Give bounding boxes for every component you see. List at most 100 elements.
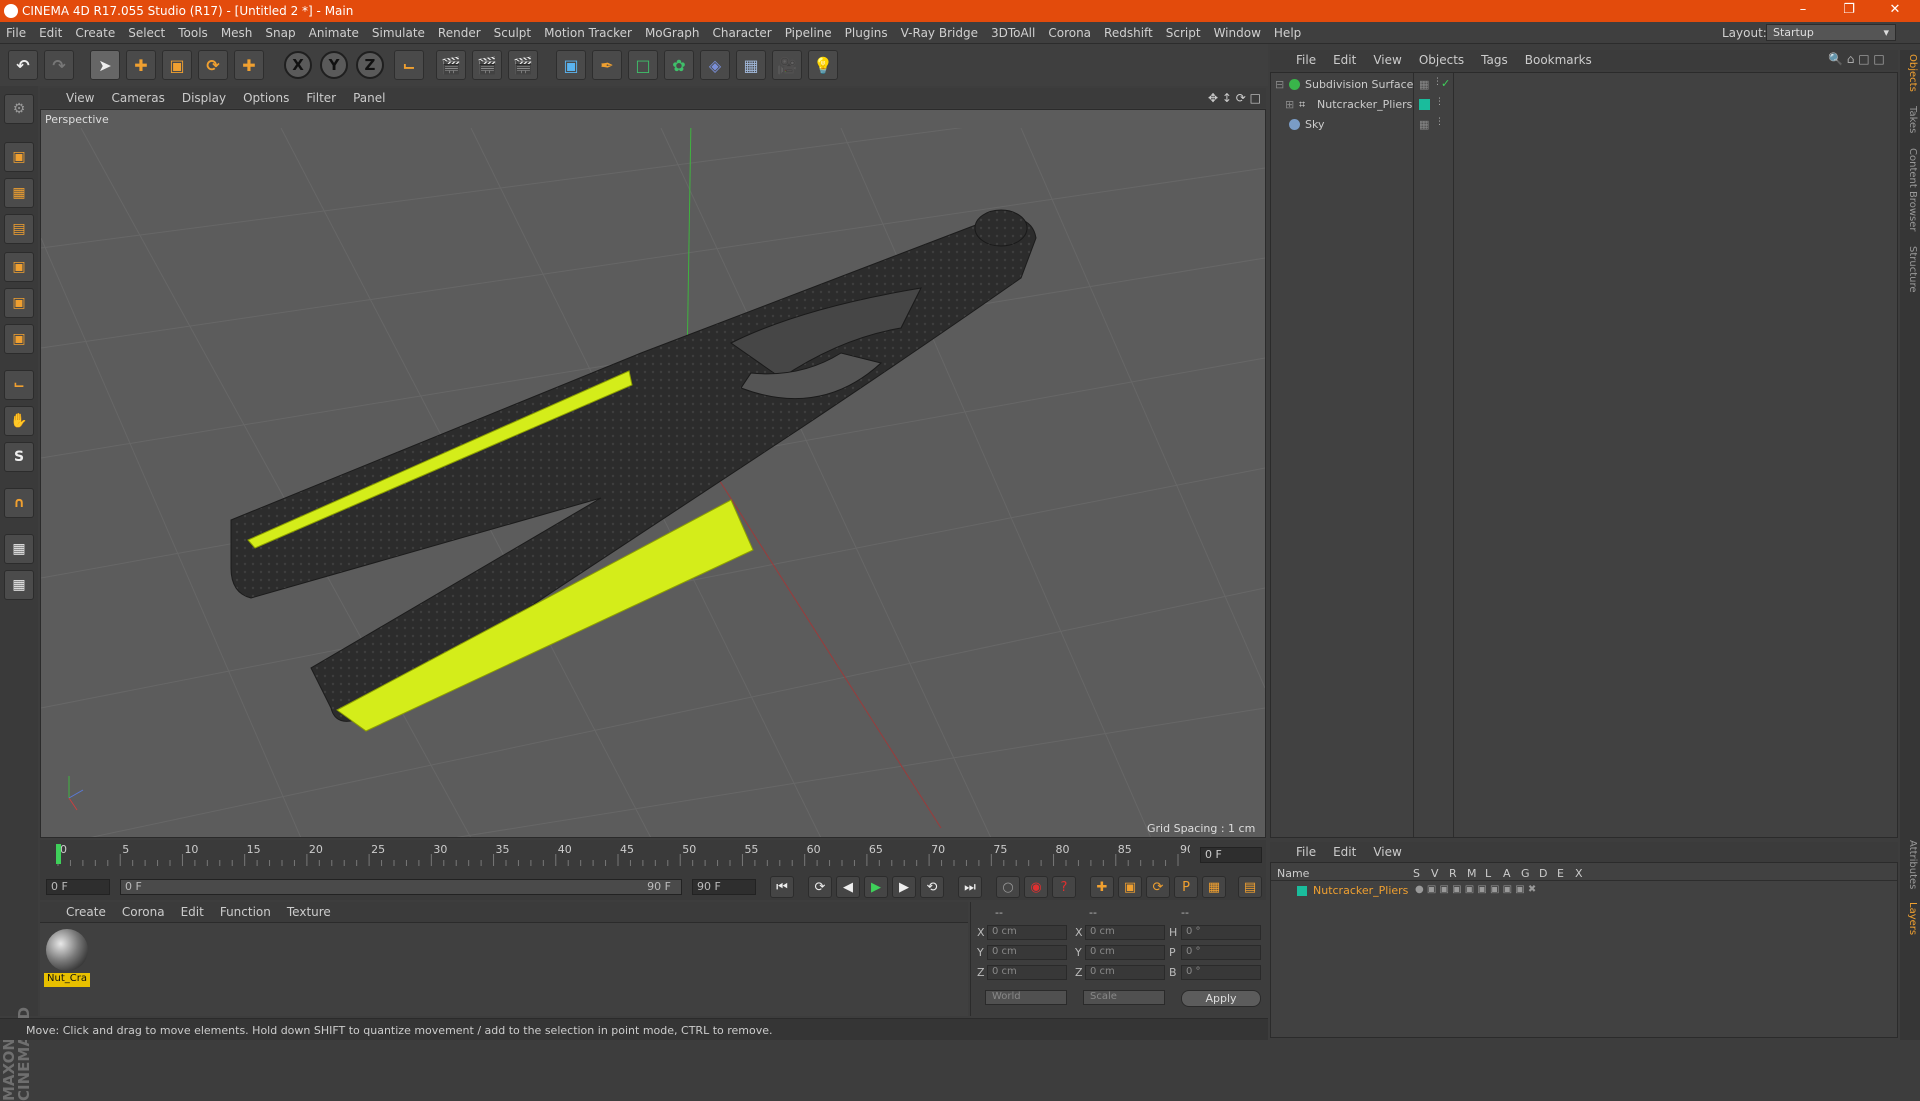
expand-icon[interactable]: ⊞	[1285, 98, 1294, 111]
viewport-menu-panel[interactable]: Panel	[353, 91, 385, 105]
select-cursor-icon[interactable]: ➤	[90, 50, 120, 80]
viewport-nav-icons[interactable]: ✥ ↕ ⟳ □	[1208, 91, 1261, 105]
undo-button[interactable]: ↶	[8, 50, 38, 80]
layer-menu-edit[interactable]: Edit	[1333, 845, 1356, 859]
viewport-menu-filter[interactable]: Filter	[306, 91, 336, 105]
move-tool-icon[interactable]: ✚	[126, 50, 156, 80]
rotate-tool-icon[interactable]: ⟳	[198, 50, 228, 80]
rot-p-field[interactable]: 0 °	[1181, 945, 1261, 960]
camera-icon[interactable]: 🎥	[772, 50, 802, 80]
tweak-mode-icon[interactable]: ✋	[4, 406, 34, 436]
light-icon[interactable]: 💡	[808, 50, 838, 80]
collapse-icon[interactable]: ⊟	[1275, 78, 1284, 91]
menu-edit[interactable]: Edit	[39, 26, 62, 40]
visibility-dots-icon[interactable]: ⋮	[1435, 117, 1444, 127]
menu-script[interactable]: Script	[1166, 26, 1201, 40]
layer-color-swatch[interactable]	[1297, 886, 1307, 896]
snap-magnet-icon[interactable]: ∩	[4, 488, 34, 518]
layer-icon[interactable]: ▦	[1419, 78, 1429, 91]
tab-content-browser[interactable]: Content Browser	[1902, 148, 1918, 231]
viewport-menu-view[interactable]: View	[66, 91, 94, 105]
layer-color-swatch[interactable]	[1419, 99, 1430, 110]
pos-z-field[interactable]: 0 cm	[987, 965, 1067, 980]
rot-b-field[interactable]: 0 °	[1181, 965, 1261, 980]
axis-mode-icon[interactable]: ⌙	[4, 370, 34, 400]
next-key-icon[interactable]: ⟲	[920, 876, 944, 898]
coordinate-system-icon[interactable]: ⌙	[394, 50, 424, 80]
size-mode-dropdown[interactable]: Scale	[1083, 990, 1165, 1005]
size-x-field[interactable]: 0 cm	[1085, 925, 1165, 940]
menu-character[interactable]: Character	[712, 26, 771, 40]
object-row[interactable]: ⊟ Subdivision Surface ▦ ⋮ ✓	[1271, 75, 1897, 95]
previous-frame-icon[interactable]: ◀	[836, 876, 860, 898]
points-mode-icon[interactable]: ▣	[4, 252, 34, 282]
minimize-button[interactable]: –	[1788, 2, 1818, 20]
object-manager-tools[interactable]: 🔍 ⌂ □ □	[1828, 52, 1885, 66]
viewport-menu-display[interactable]: Display	[182, 91, 226, 105]
menu-3dtoall[interactable]: 3DToAll	[991, 26, 1035, 40]
model-mode-icon[interactable]: ▣	[4, 142, 34, 172]
timeline-window-icon[interactable]: ▤	[1238, 876, 1262, 898]
size-y-field[interactable]: 0 cm	[1085, 945, 1165, 960]
menu-tools[interactable]: Tools	[178, 26, 208, 40]
scale-tool-icon[interactable]: ▣	[162, 50, 192, 80]
cloner-icon[interactable]: ✿	[664, 50, 694, 80]
start-frame-field[interactable]: 0 F	[46, 879, 110, 895]
key-parameter-icon[interactable]: P	[1174, 876, 1198, 898]
next-frame-icon[interactable]: ▶	[892, 876, 916, 898]
close-button[interactable]: ✕	[1880, 2, 1910, 20]
menu-simulate[interactable]: Simulate	[372, 26, 425, 40]
record-keys-icon[interactable]: ○	[996, 876, 1020, 898]
current-frame-field[interactable]: 0 F	[1200, 847, 1262, 863]
enabled-check-icon[interactable]: ✓	[1441, 77, 1450, 90]
autokey-icon[interactable]: ◉	[1024, 876, 1048, 898]
menu-sculpt[interactable]: Sculpt	[494, 26, 531, 40]
coordinate-space-dropdown[interactable]: World	[985, 990, 1067, 1005]
tab-objects[interactable]: Objects	[1902, 54, 1918, 92]
key-scale-icon[interactable]: ▣	[1118, 876, 1142, 898]
floor-icon[interactable]: ▦	[736, 50, 766, 80]
layer-menu-file[interactable]: File	[1296, 845, 1316, 859]
menu-pipeline[interactable]: Pipeline	[785, 26, 832, 40]
menu-animate[interactable]: Animate	[309, 26, 359, 40]
menu-create[interactable]: Create	[75, 26, 115, 40]
menu-file[interactable]: File	[6, 26, 26, 40]
edges-mode-icon[interactable]: ▣	[4, 288, 34, 318]
z-axis-lock-button[interactable]: Z	[356, 51, 384, 79]
layout-dropdown[interactable]: Startup ▾	[1766, 24, 1896, 41]
tab-takes[interactable]: Takes	[1902, 106, 1918, 133]
material-menu-edit[interactable]: Edit	[181, 905, 204, 919]
object-menu-bookmarks[interactable]: Bookmarks	[1525, 53, 1592, 67]
object-menu-tags[interactable]: Tags	[1481, 53, 1508, 67]
render-settings-icon[interactable]: 🎬	[508, 50, 538, 80]
play-icon[interactable]: ▶	[864, 876, 888, 898]
subdivision-surface-icon[interactable]: □	[628, 50, 658, 80]
workplane-lock-icon[interactable]: ▦	[4, 534, 34, 564]
go-to-start-icon[interactable]: ⏮	[770, 876, 794, 898]
object-menu-file[interactable]: File	[1296, 53, 1316, 67]
pen-spline-icon[interactable]: ✒	[592, 50, 622, 80]
menu-corona[interactable]: Corona	[1048, 26, 1091, 40]
tab-layers[interactable]: Layers	[1902, 902, 1918, 935]
restore-button[interactable]: ❐	[1834, 2, 1864, 20]
object-menu-view[interactable]: View	[1373, 53, 1401, 67]
menu-v-ray-bridge[interactable]: V-Ray Bridge	[901, 26, 978, 40]
tab-attributes[interactable]: Attributes	[1902, 840, 1918, 889]
menu-window[interactable]: Window	[1214, 26, 1261, 40]
menu-select[interactable]: Select	[128, 26, 165, 40]
menu-mesh[interactable]: Mesh	[221, 26, 253, 40]
make-editable-icon[interactable]: ⚙	[4, 94, 34, 124]
go-to-end-icon[interactable]: ⏭	[958, 876, 982, 898]
deformer-icon[interactable]: ◈	[700, 50, 730, 80]
tab-structure[interactable]: Structure	[1902, 246, 1918, 293]
layer-row[interactable]: Nutcracker_Pliers ● ▣ ▣ ▣ ▣ ▣ ▣ ▣ ▣ ✖	[1271, 883, 1897, 903]
timeline-ruler[interactable]: 0 5 10 15 20 25 30 35 40 45 50 55 60 65 70 75 80 85 90 0 F	[40, 840, 1266, 874]
menu-redshift[interactable]: Redshift	[1104, 26, 1153, 40]
solo-mode-icon[interactable]: S	[4, 442, 34, 472]
timeline-track[interactable]: 0 5 10 15 20 25 30 35 40 45 50 55 60 65 70 75 80 85 90	[50, 842, 1190, 866]
pos-x-field[interactable]: 0 cm	[987, 925, 1067, 940]
layer-icon[interactable]: ▦	[1419, 118, 1429, 131]
workplane-mode-icon[interactable]: ▤	[4, 214, 34, 244]
object-row[interactable]: ⊞ ⌗ Nutcracker_Pliers ⋮	[1271, 95, 1897, 115]
layer-flags-icons[interactable]: ● ▣ ▣ ▣ ▣ ▣ ▣ ▣ ▣ ✖	[1415, 884, 1536, 895]
